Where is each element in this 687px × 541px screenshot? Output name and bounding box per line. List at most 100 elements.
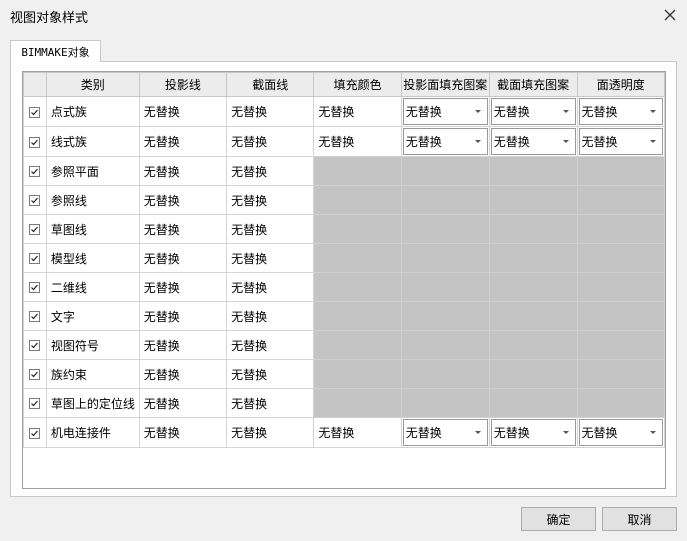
cut-line-cell[interactable]: 无替换 xyxy=(226,417,315,448)
table-row: 模型线 无替换 无替换 xyxy=(23,243,665,273)
chevron-down-icon xyxy=(474,110,481,113)
fill-color-cell-disabled xyxy=(313,272,402,302)
transparency-cell-disabled xyxy=(576,301,665,331)
projection-line-cell[interactable]: 无替换 xyxy=(138,330,228,360)
row-checkbox[interactable] xyxy=(29,224,41,235)
category-cell: 草图线 xyxy=(45,214,140,244)
close-button[interactable] xyxy=(653,0,687,30)
fill-color-cell-disabled xyxy=(313,301,402,331)
projection-line-cell[interactable]: 无替换 xyxy=(138,388,228,418)
cut-pattern-dropdown[interactable]: 无替换 xyxy=(490,128,576,155)
row-checkbox[interactable] xyxy=(29,195,41,206)
fill-color-cell[interactable]: 无替换 xyxy=(313,417,402,448)
header-fill-color[interactable]: 填充颜色 xyxy=(313,72,402,97)
transparency-value: 无替换 xyxy=(581,135,618,149)
cut-line-cell[interactable]: 无替换 xyxy=(226,96,315,127)
cut-pattern-dropdown[interactable]: 无替换 xyxy=(490,419,576,446)
cut-line-cell[interactable]: 无替换 xyxy=(226,214,315,244)
row-checkbox[interactable] xyxy=(29,427,41,439)
projection-pattern-value: 无替换 xyxy=(405,135,442,149)
transparency-cell-disabled xyxy=(576,156,665,186)
projection-pattern-dropdown[interactable]: 无替换 xyxy=(402,419,488,446)
projection-pattern-value: 无替换 xyxy=(405,105,442,119)
cut-pattern-cell-disabled xyxy=(488,388,578,418)
projection-pattern-cell-disabled xyxy=(400,214,490,244)
header-cut-pattern[interactable]: 截面填充图案 xyxy=(488,72,578,97)
row-checkbox-cell xyxy=(23,126,47,157)
projection-pattern-cell-disabled xyxy=(400,185,490,215)
fill-color-cell[interactable]: 无替换 xyxy=(313,126,402,157)
fill-color-cell-disabled xyxy=(313,359,402,389)
row-checkbox[interactable] xyxy=(29,340,41,351)
projection-line-cell[interactable]: 无替换 xyxy=(138,272,228,302)
projection-line-cell[interactable]: 无替换 xyxy=(138,301,228,331)
transparency-dropdown[interactable]: 无替换 xyxy=(578,419,663,446)
category-cell: 模型线 xyxy=(45,243,140,273)
cut-line-cell[interactable]: 无替换 xyxy=(226,156,315,186)
projection-line-cell[interactable]: 无替换 xyxy=(138,243,228,273)
projection-pattern-cell-disabled xyxy=(400,272,490,302)
projection-line-cell[interactable]: 无替换 xyxy=(138,156,228,186)
close-icon xyxy=(664,9,676,21)
projection-line-cell[interactable]: 无替换 xyxy=(138,214,228,244)
cut-pattern-cell-disabled xyxy=(488,330,578,360)
row-checkbox[interactable] xyxy=(29,369,41,380)
row-checkbox[interactable] xyxy=(29,106,41,118)
cut-line-cell[interactable]: 无替换 xyxy=(226,388,315,418)
header-projection-pattern[interactable]: 投影面填充图案 xyxy=(400,72,490,97)
row-checkbox[interactable] xyxy=(29,282,41,293)
projection-pattern-cell-disabled xyxy=(400,388,490,418)
projection-pattern-dropdown[interactable]: 无替换 xyxy=(402,128,488,155)
transparency-cell-disabled xyxy=(576,388,665,418)
cut-line-cell[interactable]: 无替换 xyxy=(226,330,315,360)
projection-line-cell[interactable]: 无替换 xyxy=(138,417,228,448)
header-category[interactable]: 类别 xyxy=(45,72,140,97)
table-row: 草图线 无替换 无替换 xyxy=(23,214,665,244)
ok-button[interactable]: 确定 xyxy=(521,507,596,531)
cut-pattern-value: 无替换 xyxy=(493,135,530,149)
row-checkbox[interactable] xyxy=(29,253,41,264)
cancel-button[interactable]: 取消 xyxy=(602,507,677,531)
transparency-dropdown[interactable]: 无替换 xyxy=(578,98,663,125)
projection-line-cell[interactable]: 无替换 xyxy=(138,359,228,389)
transparency-value: 无替换 xyxy=(581,426,618,440)
cut-line-cell[interactable]: 无替换 xyxy=(226,126,315,157)
row-checkbox[interactable] xyxy=(29,136,41,148)
chevron-down-icon xyxy=(650,110,656,113)
projection-line-cell[interactable]: 无替换 xyxy=(138,185,228,215)
transparency-cell-disabled xyxy=(576,214,665,244)
cut-pattern-value: 无替换 xyxy=(493,426,530,440)
header-transparency[interactable]: 面透明度 xyxy=(576,72,665,97)
header-cut-line[interactable]: 截面线 xyxy=(226,72,315,97)
header-projection-line[interactable]: 投影线 xyxy=(138,72,228,97)
projection-pattern-cell-disabled xyxy=(400,359,490,389)
checkmark-icon xyxy=(31,284,39,291)
projection-line-cell[interactable]: 无替换 xyxy=(138,96,228,127)
chevron-down-icon xyxy=(562,110,569,113)
fill-color-cell[interactable]: 无替换 xyxy=(313,96,402,127)
projection-pattern-cell-disabled xyxy=(400,243,490,273)
row-checkbox[interactable] xyxy=(29,311,41,322)
checkmark-icon xyxy=(31,255,39,262)
projection-pattern-dropdown[interactable]: 无替换 xyxy=(402,98,488,125)
fill-color-cell-disabled xyxy=(313,156,402,186)
category-cell: 参照线 xyxy=(45,185,140,215)
row-checkbox-cell xyxy=(23,359,47,389)
cut-pattern-cell-disabled xyxy=(488,272,578,302)
transparency-cell-disabled xyxy=(576,272,665,302)
projection-pattern-cell: 无替换 xyxy=(400,417,490,448)
row-checkbox[interactable] xyxy=(29,398,41,409)
transparency-dropdown[interactable]: 无替换 xyxy=(578,128,663,155)
cut-pattern-cell: 无替换 xyxy=(488,417,578,448)
cut-pattern-cell: 无替换 xyxy=(488,126,578,157)
cut-pattern-dropdown[interactable]: 无替换 xyxy=(490,98,576,125)
row-checkbox[interactable] xyxy=(29,166,41,177)
cut-line-cell[interactable]: 无替换 xyxy=(226,272,315,302)
cut-pattern-cell-disabled xyxy=(488,359,578,389)
cut-line-cell[interactable]: 无替换 xyxy=(226,243,315,273)
tab-bimmake-objects[interactable]: BIMMAKE对象 xyxy=(10,40,101,62)
cut-line-cell[interactable]: 无替换 xyxy=(226,301,315,331)
cut-line-cell[interactable]: 无替换 xyxy=(226,359,315,389)
cut-line-cell[interactable]: 无替换 xyxy=(226,185,315,215)
projection-line-cell[interactable]: 无替换 xyxy=(138,126,228,157)
